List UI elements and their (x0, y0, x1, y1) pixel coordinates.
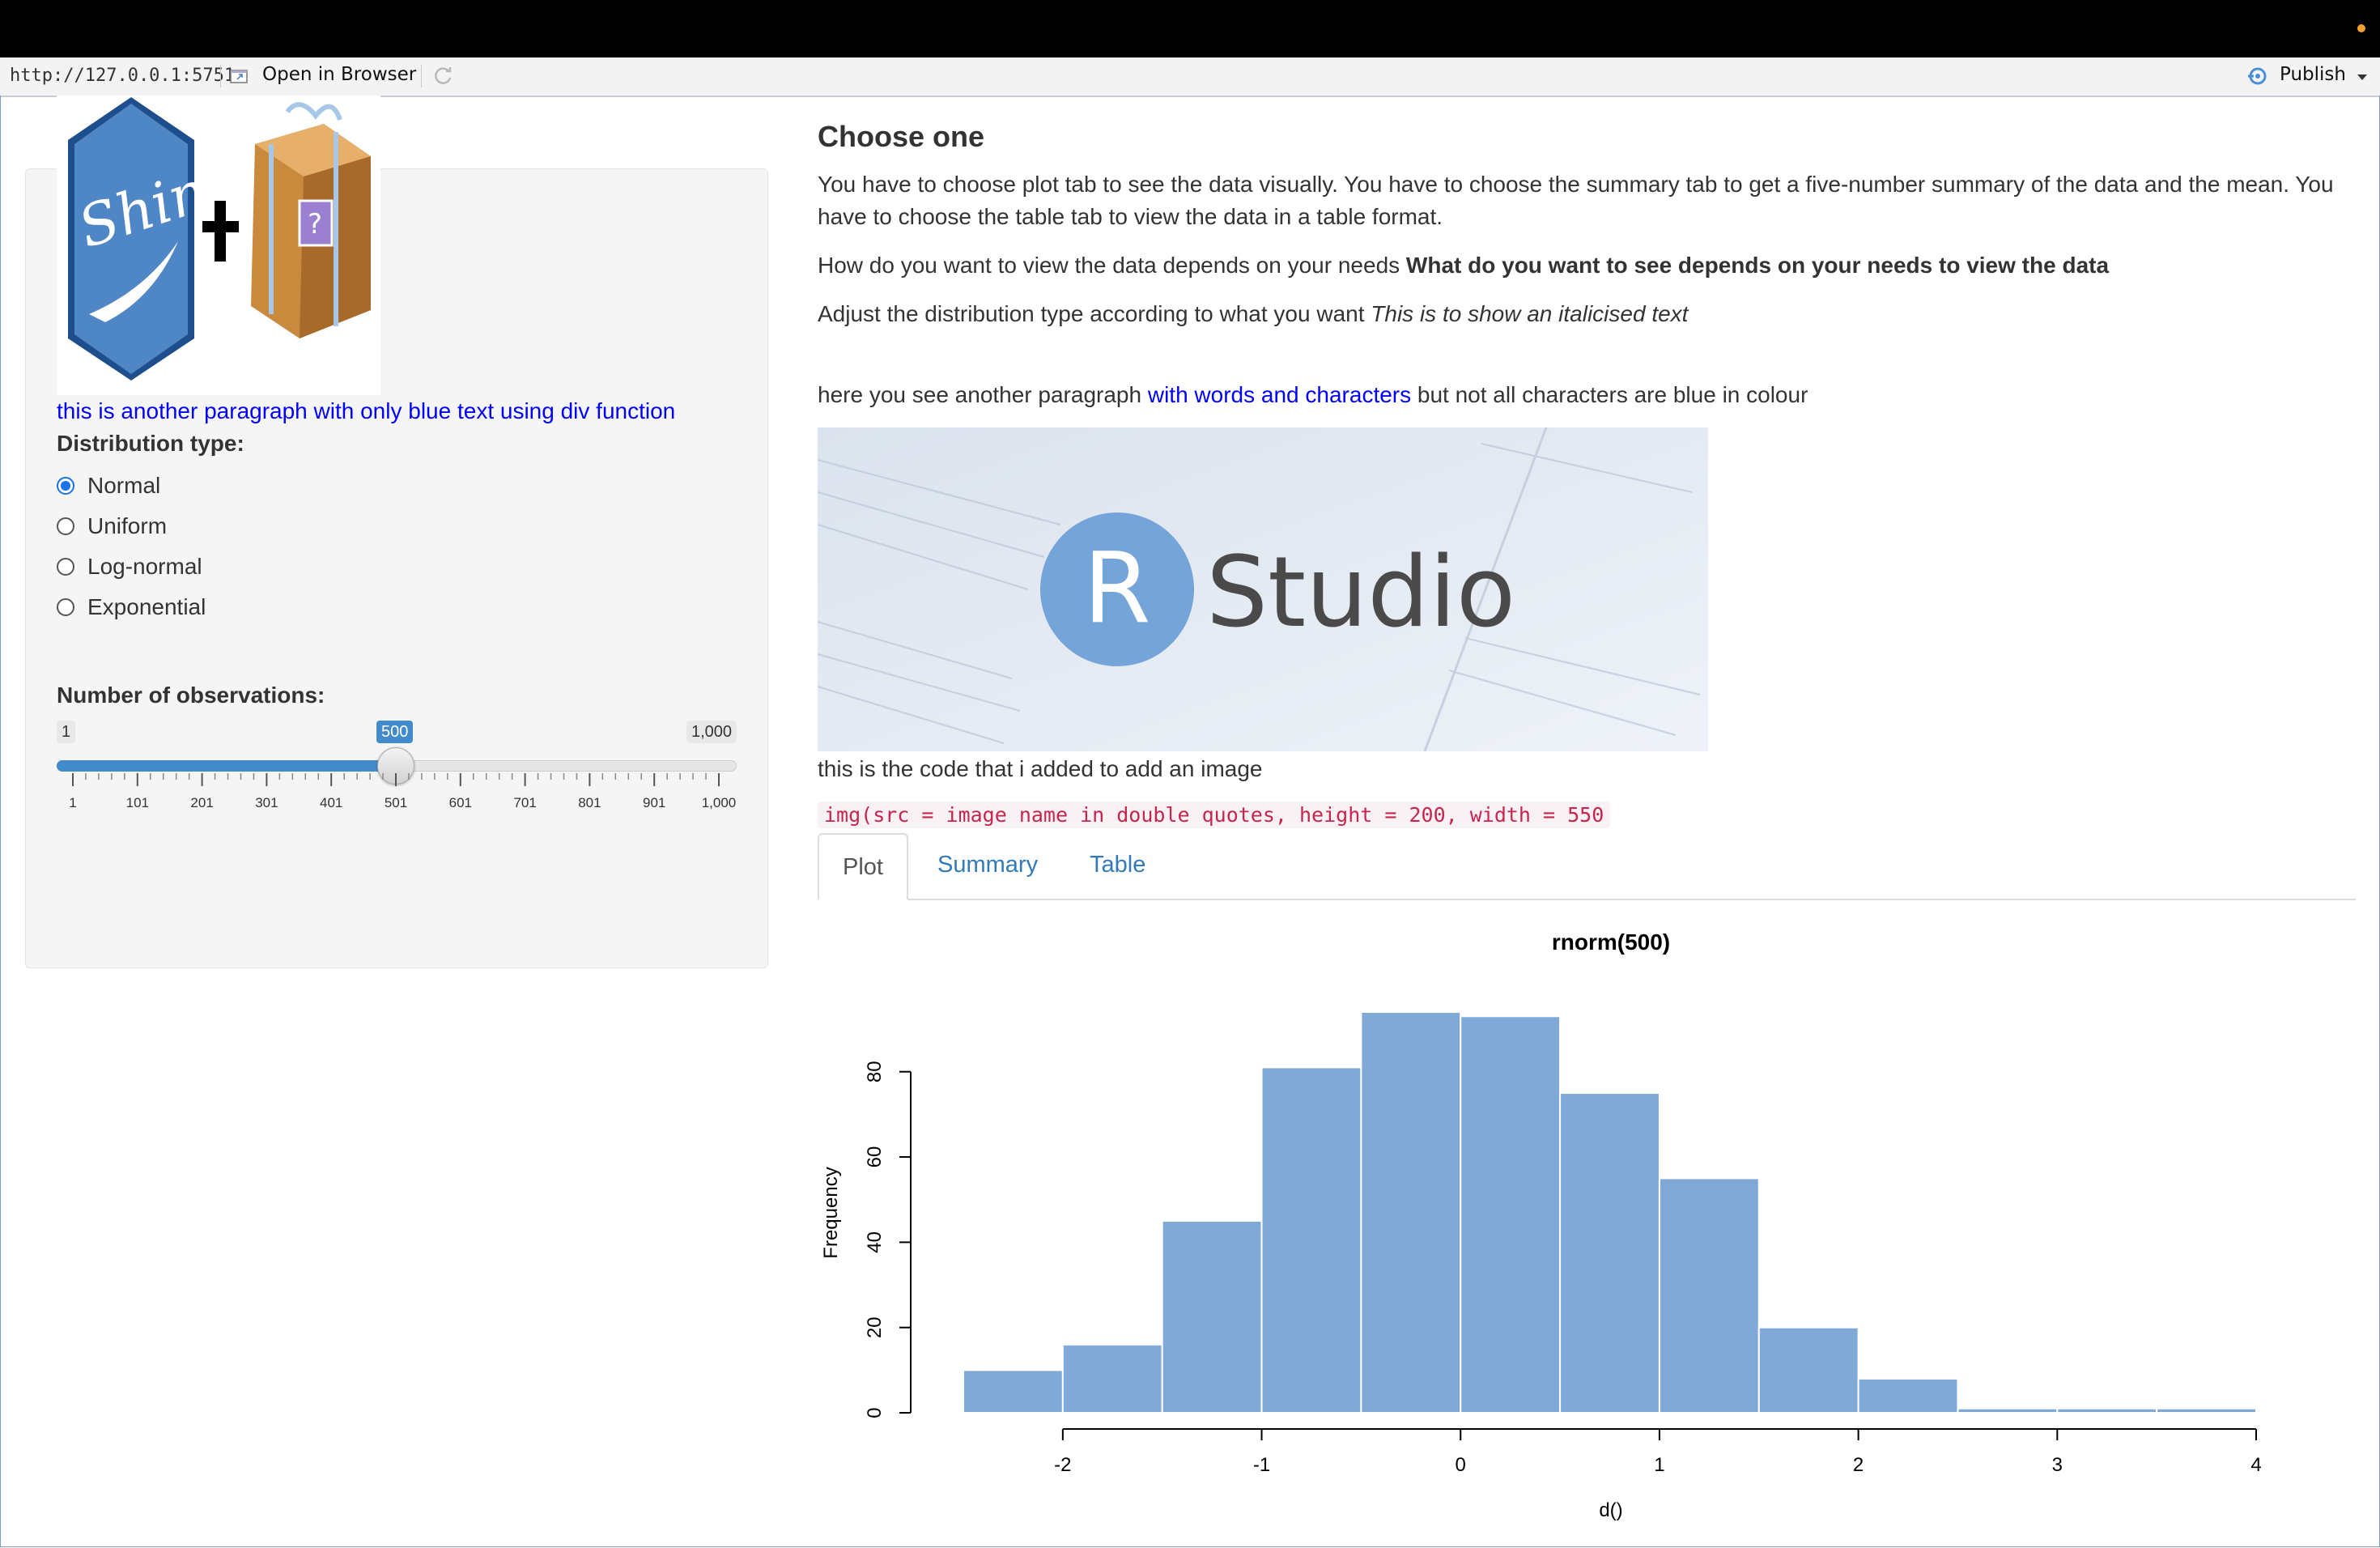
slider-fill (57, 760, 397, 772)
tab-summary[interactable]: Summary (937, 852, 1038, 878)
radio-uniform[interactable]: Uniform (57, 510, 167, 542)
histogram-bar (1957, 1407, 2059, 1414)
radio-button-icon[interactable] (57, 517, 74, 535)
x-tick-label: 1 (1654, 1454, 1664, 1476)
histogram-plot: rnorm(500) 0 20 40 60 80 Frequency -2 -1 0 1 2 3 4 d() (820, 929, 2262, 1521)
radio-label: Log-normal (87, 554, 202, 579)
radio-label: Exponential (87, 594, 206, 619)
x-tick-label: 4 (2250, 1454, 2261, 1476)
radio-label: Normal (87, 473, 161, 498)
slider-tick-label: 901 (643, 795, 665, 810)
slider-tick-label: 401 (320, 795, 342, 810)
slider-max-label: 1,000 (686, 721, 737, 743)
publish-button[interactable]: Publish (2280, 64, 2346, 85)
histogram-bar (1061, 1343, 1163, 1414)
sidebar-blue-paragraph: this is another paragraph with only blue… (57, 398, 676, 423)
publish-icon[interactable] (2246, 65, 2270, 87)
x-tick-label: 3 (2052, 1454, 2063, 1476)
y-tick-label: 80 (864, 1061, 886, 1082)
paragraph-text: but not all characters are blue in colou… (1411, 382, 1808, 407)
y-tick-label: 20 (864, 1316, 886, 1338)
histogram-bar (1559, 1092, 1660, 1414)
rstudio-r-letter: R (1083, 533, 1150, 645)
histogram-bar (1857, 1377, 1959, 1414)
slider-tick-label: 601 (449, 795, 472, 810)
radio-exponential[interactable]: Exponential (57, 591, 206, 623)
open-in-browser-icon[interactable] (230, 68, 249, 84)
radio-normal[interactable]: Normal (57, 470, 160, 502)
radio-log-normal[interactable]: Log-normal (57, 551, 202, 583)
paragraph-italic: Adjust the distribution type according t… (818, 298, 1688, 330)
rstudio-logo-image: R Studio (818, 427, 1708, 751)
chart-title: rnorm(500) (1552, 929, 1670, 955)
x-tick-label: 0 (1456, 1454, 1466, 1476)
histogram-bar (2156, 1407, 2257, 1414)
paragraph-text: Adjust the distribution type according t… (818, 301, 1371, 326)
slider-tick-label: 201 (190, 795, 213, 810)
histogram-bar (1460, 1015, 1562, 1414)
paragraph-mixed-color: here you see another paragraph with word… (818, 379, 1808, 411)
y-tick-label: 0 (864, 1407, 886, 1418)
page-title: Choose one (818, 120, 985, 153)
toolbar-separator (421, 65, 422, 87)
histogram-bar (1161, 1220, 1263, 1414)
window-top-bar (0, 0, 2380, 57)
slider-value-label: 500 (376, 721, 414, 743)
x-tick-label: -1 (1253, 1454, 1270, 1476)
intro-paragraph: You have to choose plot tab to see the d… (818, 172, 2334, 229)
slider-tick-label: 801 (578, 795, 601, 810)
tab-bar-border (818, 899, 2356, 900)
observations-label: Number of observations: (57, 683, 325, 708)
rstudio-wordmark: Studio (1206, 537, 1515, 649)
y-tick-label: 40 (864, 1231, 886, 1253)
refresh-icon[interactable] (432, 65, 455, 87)
histogram-bar (963, 1369, 1064, 1414)
slider-min-label: 1 (57, 721, 76, 743)
tab-plot[interactable]: Plot (818, 833, 908, 900)
bold-text: What do you want to see depends on your … (1405, 253, 2110, 278)
radio-label: Uniform (87, 513, 168, 538)
y-tick-label: 60 (864, 1146, 886, 1168)
slider-tick-labels: 1 101 201 301 401 501 601 701 801 901 1,000 (69, 773, 737, 810)
radio-button-icon[interactable] (57, 598, 74, 616)
toolbar-separator (220, 65, 221, 87)
viewer-url[interactable]: http://127.0.0.1:5751 (10, 66, 235, 86)
shiny-logo-image: Shiny ? (57, 96, 380, 395)
status-dot-icon (2357, 24, 2365, 32)
x-tick-label: -2 (1054, 1454, 1071, 1476)
distribution-type-label: Distribution type: (57, 431, 244, 456)
slider-tick-label: 301 (255, 795, 278, 810)
y-axis-label: Frequency (820, 1167, 842, 1258)
slider-tick-label: 101 (126, 795, 149, 810)
x-tick-label: 2 (1853, 1454, 1864, 1476)
svg-text:?: ? (308, 208, 322, 240)
image-caption: this is the code that i added to add an … (818, 756, 1263, 781)
tab-table[interactable]: Table (1090, 852, 1145, 878)
paragraph-text: How do you want to view the data depends… (818, 253, 1406, 278)
histogram-bar (1658, 1177, 1760, 1414)
paragraph-bold: How do you want to view the data depends… (818, 249, 2109, 282)
italic-text: This is to show an italicised text (1371, 301, 1689, 326)
publish-dropdown-icon[interactable] (2357, 74, 2367, 80)
slider-tick-label: 1 (69, 795, 76, 810)
radio-button-icon[interactable] (57, 477, 74, 495)
histogram-bar (1360, 1011, 1462, 1414)
blue-text: with words and characters (1147, 382, 1412, 407)
x-axis-label: d() (1599, 1499, 1622, 1521)
slider-tick-label: 501 (385, 795, 407, 810)
histogram-bar (2056, 1407, 2158, 1414)
histogram-bar (1260, 1066, 1362, 1414)
open-in-browser-button[interactable]: Open in Browser (262, 64, 416, 85)
paragraph-text: here you see another paragraph (818, 382, 1148, 407)
slider-tick-label: 701 (513, 795, 536, 810)
histogram-bar (1757, 1326, 1859, 1414)
code-snippet: img(src = image name in double quotes, h… (818, 802, 1611, 828)
radio-button-icon[interactable] (57, 558, 74, 576)
slider-tick-label: 1,000 (702, 795, 737, 810)
